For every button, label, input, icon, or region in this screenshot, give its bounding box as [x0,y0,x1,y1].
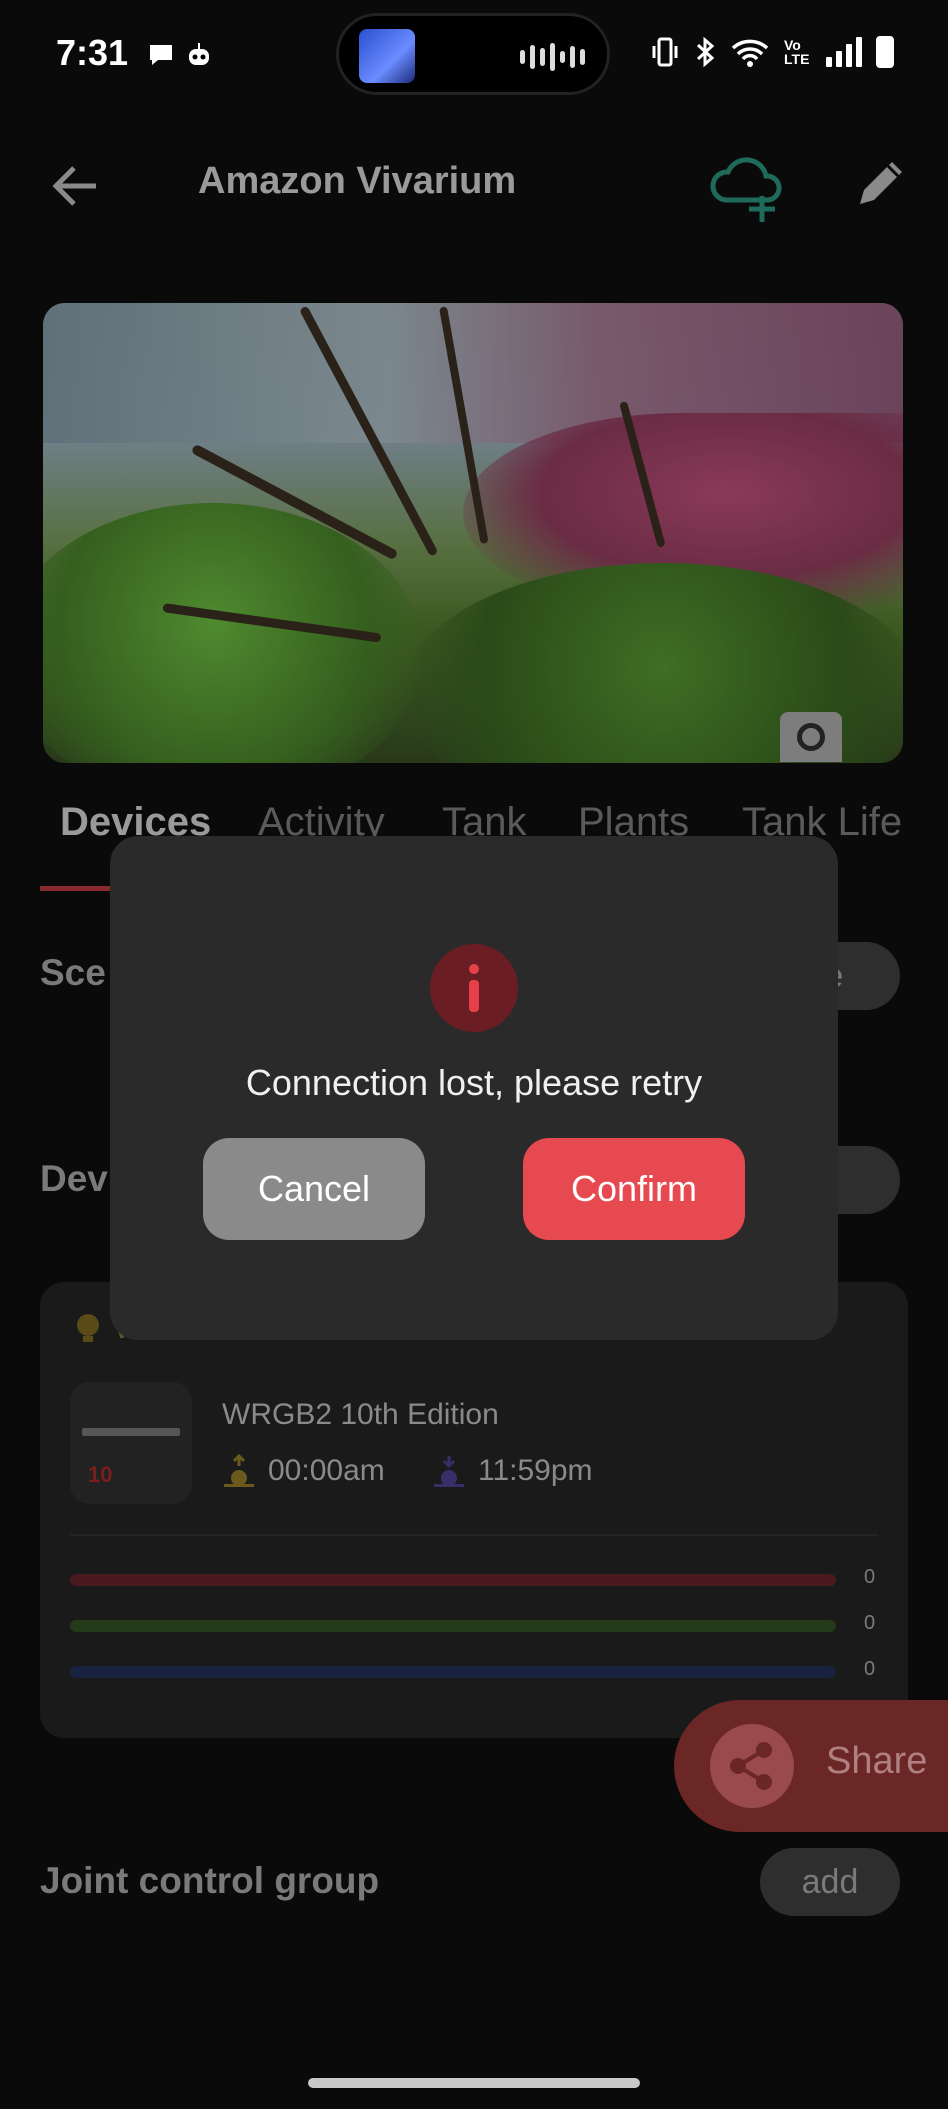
dialog-message: Connection lost, please retry [245,1062,703,1103]
info-icon [430,944,518,1032]
cancel-button[interactable]: Cancel [203,1138,425,1240]
connection-lost-dialog: Connection lost, please retry Cancel Con… [110,836,838,1340]
info-stem [469,980,479,1012]
confirm-button[interactable]: Confirm [523,1138,745,1240]
info-dot [469,964,479,974]
